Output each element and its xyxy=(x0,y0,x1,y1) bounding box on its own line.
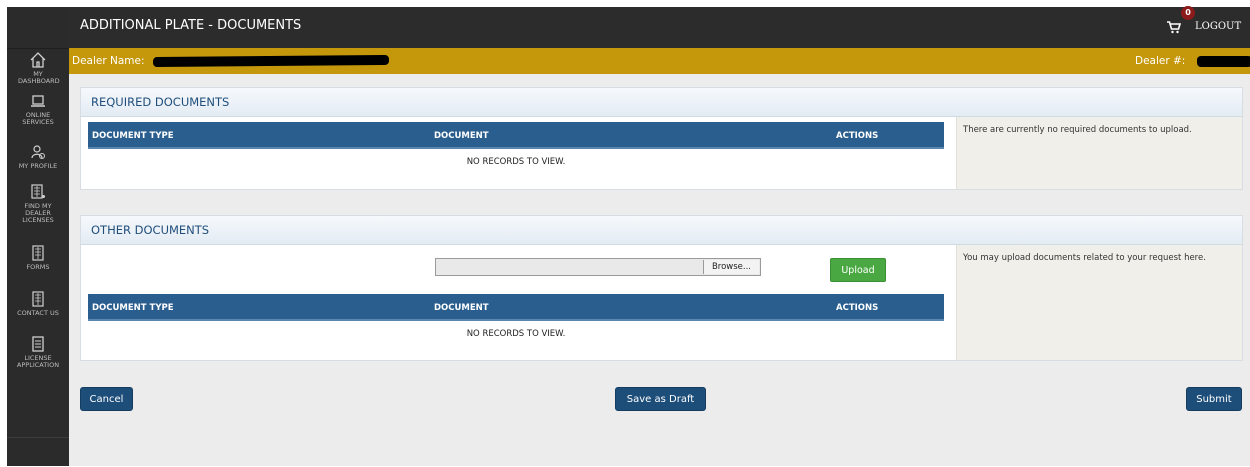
sidebar-item-label: ONLINE SERVICES xyxy=(22,111,54,126)
other-documents-body: Browse... Upload DOCUMENT TYPE DOCUMENT … xyxy=(81,245,1242,360)
required-documents-table: DOCUMENT TYPE DOCUMENT ACTIONS NO RECORD… xyxy=(88,122,944,167)
sidebar-item-dashboard[interactable]: MY DASHBOARD xyxy=(7,51,69,85)
sidebar-item-label: FORMS xyxy=(26,263,50,271)
column-actions: ACTIONS xyxy=(836,131,879,141)
other-documents-table: DOCUMENT TYPE DOCUMENT ACTIONS NO RECORD… xyxy=(88,294,944,339)
cart-count-badge: 0 xyxy=(1181,6,1195,20)
sidebar-bottom xyxy=(7,437,69,467)
table-header: DOCUMENT TYPE DOCUMENT ACTIONS xyxy=(88,294,944,321)
other-documents-panel: OTHER DOCUMENTS Browse... Upload DOCUMEN… xyxy=(80,215,1243,361)
sidebar-item-contact-us[interactable]: CONTACT US xyxy=(7,290,69,317)
sidebar-item-label: CONTACT US xyxy=(17,309,59,317)
empty-table-message: NO RECORDS TO VIEW. xyxy=(466,157,566,167)
cancel-button[interactable]: Cancel xyxy=(80,387,133,411)
sidebar-top xyxy=(7,7,69,49)
column-document-type: DOCUMENT TYPE xyxy=(92,131,174,141)
home-icon xyxy=(29,51,47,69)
sidebar-item-forms[interactable]: FORMS xyxy=(7,244,69,271)
dealer-name-label: Dealer Name: xyxy=(72,55,145,67)
other-documents-title: OTHER DOCUMENTS xyxy=(81,216,1242,245)
redacted-dealer-number xyxy=(1197,56,1250,67)
sidebar-item-find-licenses[interactable]: FIND MY DEALER LICENSES xyxy=(7,183,69,224)
app-frame: MY DASHBOARD ONLINE SERVICES MY PROFILE … xyxy=(7,6,1250,466)
save-draft-button[interactable]: Save as Draft xyxy=(615,387,706,411)
empty-table-message: NO RECORDS TO VIEW. xyxy=(466,329,566,339)
sidebar-item-my-profile[interactable]: MY PROFILE xyxy=(7,143,69,170)
upload-button[interactable]: Upload xyxy=(830,258,886,282)
other-documents-info: You may upload documents related to your… xyxy=(956,245,1242,360)
required-documents-body: DOCUMENT TYPE DOCUMENT ACTIONS NO RECORD… xyxy=(81,117,1242,189)
required-documents-title: REQUIRED DOCUMENTS xyxy=(81,88,1242,117)
find-licenses-icon xyxy=(29,183,47,201)
dealer-number-label: Dealer #: xyxy=(1135,55,1186,67)
top-bar: ADDITIONAL PLATE - DOCUMENTS 0 LOGOUT xyxy=(69,6,1250,48)
contact-icon xyxy=(29,290,47,308)
required-documents-panel: REQUIRED DOCUMENTS DOCUMENT TYPE DOCUMEN… xyxy=(80,87,1243,190)
column-document: DOCUMENT xyxy=(434,131,489,141)
forms-icon xyxy=(29,244,47,262)
file-input[interactable]: Browse... xyxy=(435,258,761,276)
submit-button[interactable]: Submit xyxy=(1186,387,1242,411)
sidebar-item-online-services[interactable]: ONLINE SERVICES xyxy=(7,92,69,126)
sidebar-item-label: MY PROFILE xyxy=(18,162,58,170)
sidebar-item-license-application[interactable]: LICENSE APPLICATION xyxy=(7,335,69,369)
column-actions: ACTIONS xyxy=(836,303,879,313)
sidebar-item-label: LICENSE APPLICATION xyxy=(16,354,60,369)
browse-button[interactable]: Browse... xyxy=(702,260,759,274)
profile-icon xyxy=(29,143,47,161)
page-title: ADDITIONAL PLATE - DOCUMENTS xyxy=(80,18,302,33)
column-document: DOCUMENT xyxy=(434,303,489,313)
dealer-bar: Dealer Name: Dealer #: xyxy=(69,48,1250,74)
sidebar-item-label: FIND MY DEALER LICENSES xyxy=(22,202,54,224)
sidebar-item-label: MY DASHBOARD xyxy=(18,70,60,85)
cart-icon[interactable] xyxy=(1166,19,1182,34)
logout-link[interactable]: LOGOUT xyxy=(1195,21,1241,32)
required-documents-info: There are currently no required document… xyxy=(956,117,1242,189)
laptop-icon xyxy=(29,92,47,110)
redacted-dealer-name xyxy=(152,54,390,68)
column-document-type: DOCUMENT TYPE xyxy=(92,303,174,313)
sidebar: MY DASHBOARD ONLINE SERVICES MY PROFILE … xyxy=(7,7,69,466)
table-header: DOCUMENT TYPE DOCUMENT ACTIONS xyxy=(88,122,944,149)
license-application-icon xyxy=(29,335,47,353)
